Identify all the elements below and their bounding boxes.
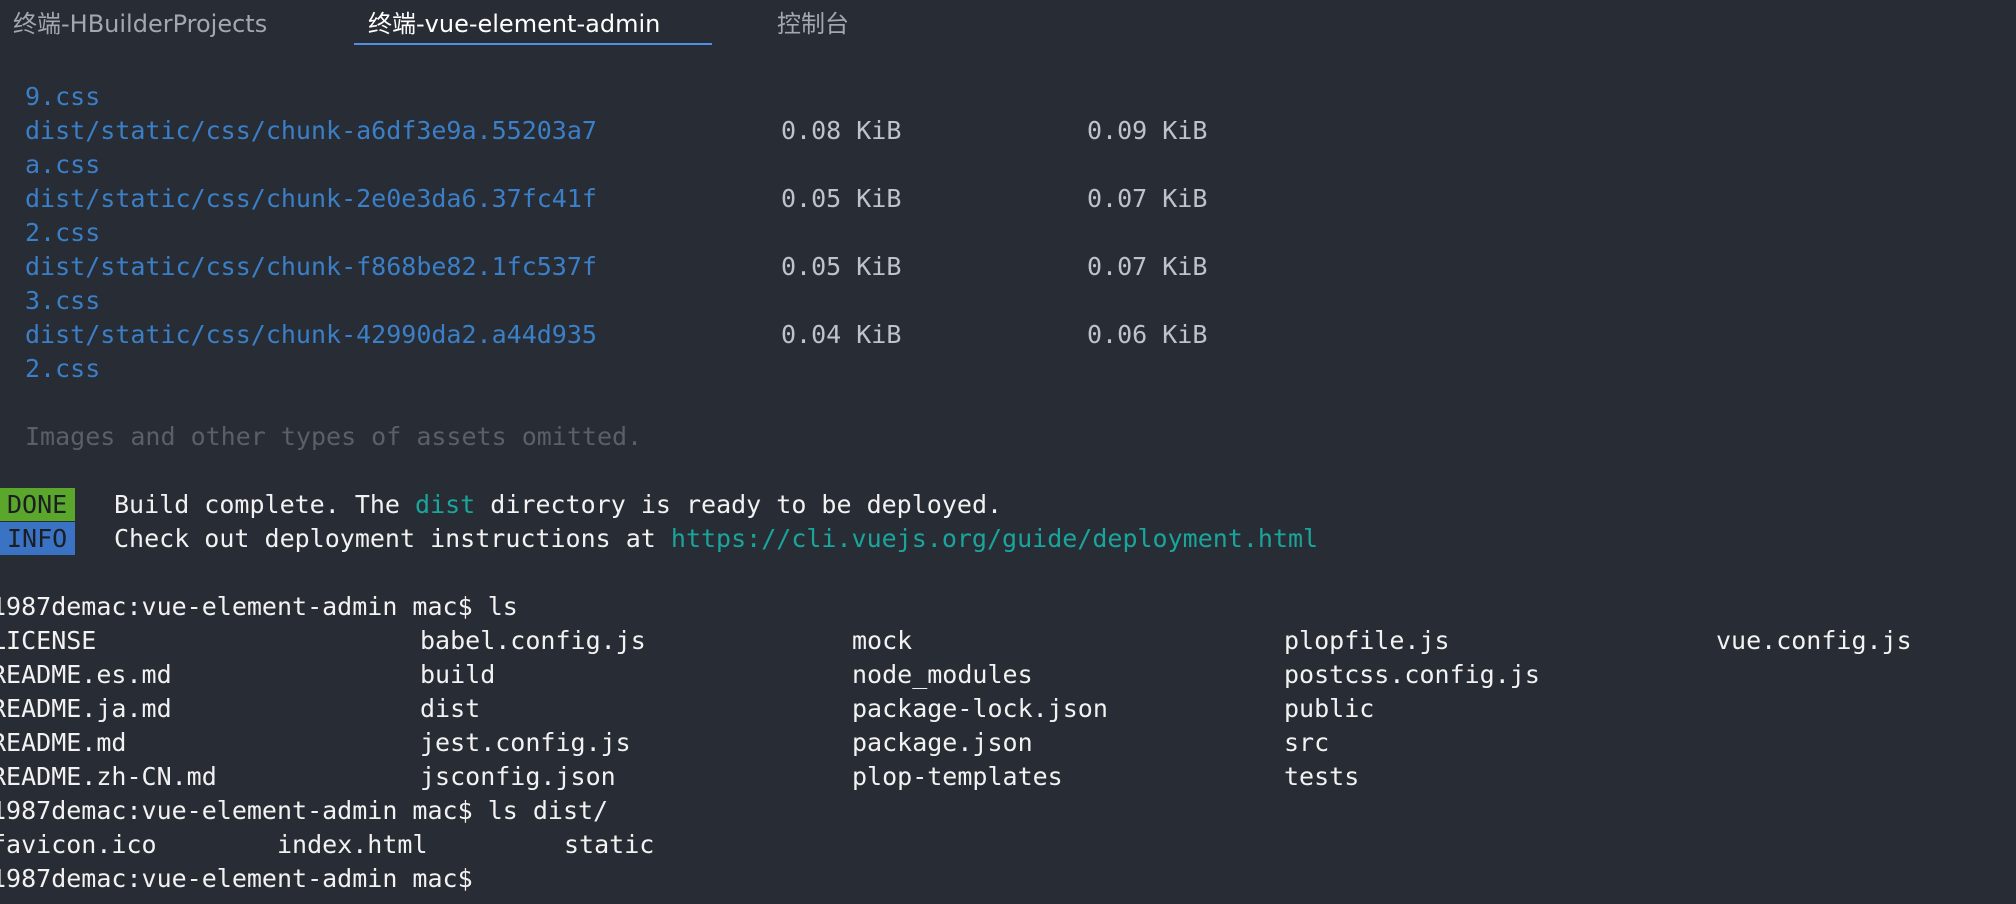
folder-entry: public — [1284, 694, 1375, 723]
terminal-output[interactable]: 9.css dist/static/css/chunk-a6df3e9a.552… — [0, 0, 2016, 904]
shell-prompt-ls: 1987demac:vue-element-admin mac$ ls — [0, 592, 518, 621]
file-entry: README.zh-CN.md — [0, 762, 217, 791]
folder-entry: mock — [852, 626, 913, 655]
deployment-guide-link[interactable]: https://cli.vuejs.org/guide/deployment.h… — [671, 524, 1318, 553]
build-complete-message: Build complete. The dist directory is re… — [114, 488, 1002, 522]
folder-entry: plop-templates — [852, 762, 1063, 791]
asset-name: dist/static/css/chunk-2e0e3da6.37fc41f — [25, 184, 597, 213]
folder-entry: build — [420, 660, 496, 689]
asset-size: 0.05 KiB — [781, 184, 902, 213]
dist-highlight: dist — [415, 490, 476, 519]
asset-gzipped-size: 0.07 KiB — [1087, 252, 1208, 281]
file-entry: LICENSE — [0, 626, 97, 655]
deployment-info-message: Check out deployment instructions at htt… — [114, 522, 1318, 556]
asset-gzipped-size: 0.06 KiB — [1087, 320, 1208, 349]
deployment-info-text: Check out deployment instructions at — [114, 524, 671, 553]
asset-name-tail: a.css — [25, 150, 101, 179]
asset-size: 0.04 KiB — [781, 320, 902, 349]
asset-name-tail: 2.css — [25, 354, 101, 383]
folder-entry: dist — [420, 694, 481, 723]
asset-size: 0.08 KiB — [781, 116, 902, 145]
asset-gzipped-size: 0.09 KiB — [1087, 116, 1208, 145]
asset-name: dist/static/css/chunk-42990da2.a44d935 — [25, 320, 597, 349]
folder-entry: src — [1284, 728, 1330, 757]
file-entry: babel.config.js — [420, 626, 646, 655]
info-badge: INFO — [0, 522, 76, 555]
build-complete-text-end: directory is ready to be deployed. — [475, 490, 1003, 519]
asset-name-tail: 2.css — [25, 218, 101, 247]
asset-name: dist/static/css/chunk-a6df3e9a.55203a7 — [25, 116, 597, 145]
file-entry: vue.config.js — [1716, 626, 1912, 655]
file-entry: README.ja.md — [0, 694, 172, 723]
file-entry: package.json — [852, 728, 1033, 757]
folder-entry: tests — [1284, 762, 1360, 791]
folder-entry: node_modules — [852, 660, 1033, 689]
file-entry: favicon.ico — [0, 830, 157, 859]
folder-entry: static — [564, 830, 655, 859]
file-entry: package-lock.json — [852, 694, 1108, 723]
file-entry: README.md — [0, 728, 127, 757]
file-entry: index.html — [277, 830, 428, 859]
file-entry: README.es.md — [0, 660, 172, 689]
shell-prompt-ls-dist: 1987demac:vue-element-admin mac$ ls dist… — [0, 796, 609, 825]
asset-size: 0.05 KiB — [781, 252, 902, 281]
file-entry: plopfile.js — [1284, 626, 1450, 655]
done-badge: DONE — [0, 488, 76, 521]
assets-omitted-note: Images and other types of assets omitted… — [25, 422, 643, 451]
asset-name-tail: 9.css — [25, 82, 101, 111]
shell-prompt-current[interactable]: 1987demac:vue-element-admin mac$ — [0, 862, 473, 896]
build-complete-text: Build complete. The — [114, 490, 416, 519]
asset-gzipped-size: 0.07 KiB — [1087, 184, 1208, 213]
file-entry: jest.config.js — [420, 728, 631, 757]
asset-name: dist/static/css/chunk-f868be82.1fc537f — [25, 252, 597, 281]
file-entry: jsconfig.json — [420, 762, 616, 791]
asset-name-tail: 3.css — [25, 286, 101, 315]
file-entry: postcss.config.js — [1284, 660, 1540, 689]
